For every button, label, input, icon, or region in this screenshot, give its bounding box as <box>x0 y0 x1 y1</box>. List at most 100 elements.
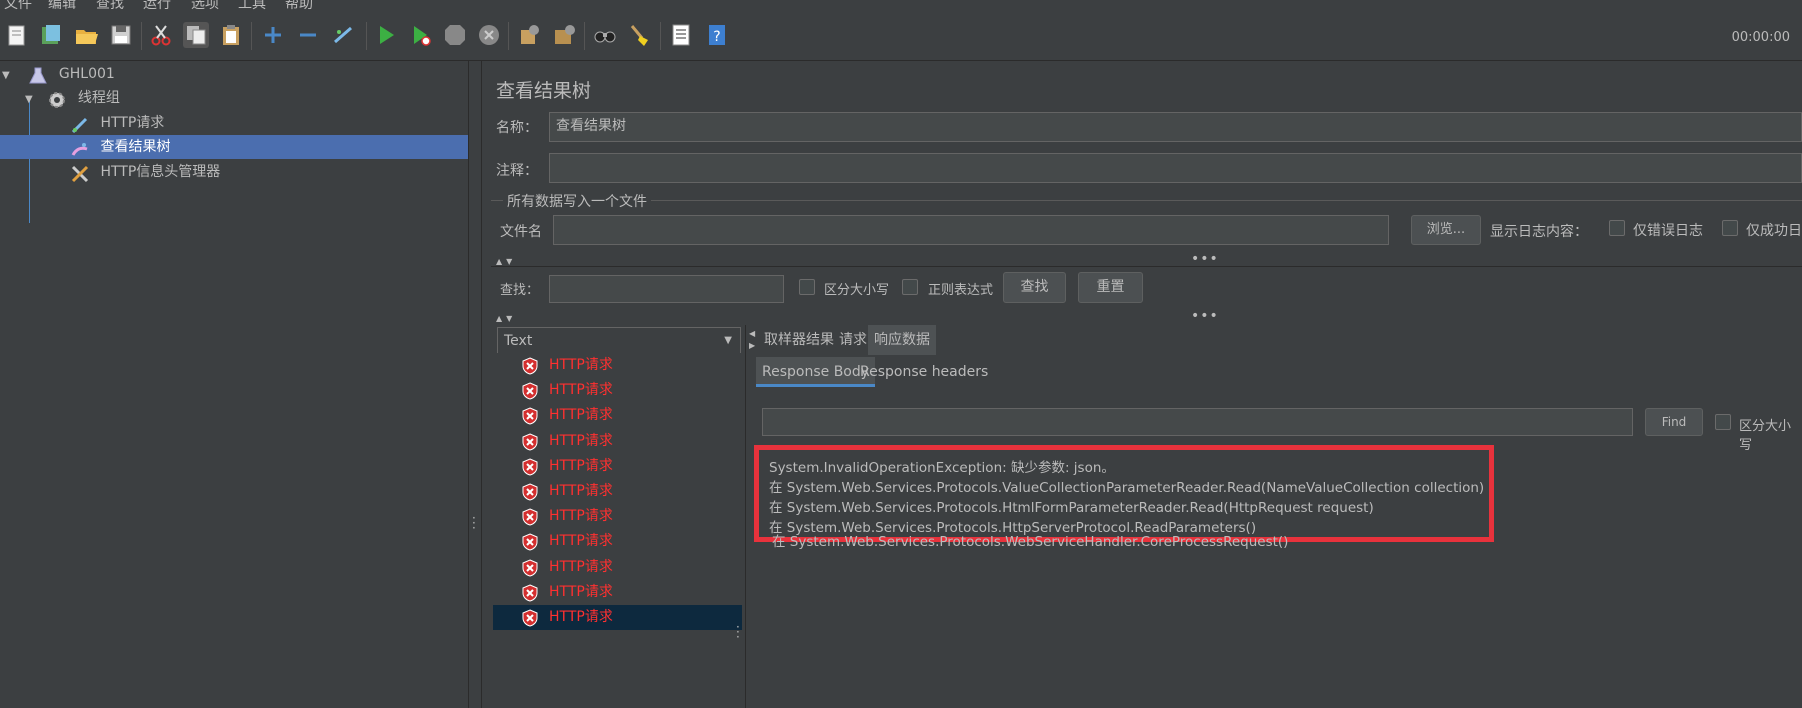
tree-item-header-manager[interactable]: HTTP信息头管理器 <box>0 160 468 184</box>
start-icon[interactable] <box>373 22 399 48</box>
filename-field[interactable] <box>553 215 1389 245</box>
result-label: HTTP请求 <box>549 357 613 373</box>
find-button[interactable]: 查找 <box>1003 272 1066 303</box>
error-shield-icon <box>521 458 539 476</box>
splitter-arrows-icon[interactable]: ▲▼ <box>496 257 516 266</box>
regex-label: 正则表达式 <box>928 283 994 298</box>
result-row[interactable]: HTTP请求 <box>493 454 742 479</box>
listener-icon <box>70 137 92 157</box>
menu-edit[interactable]: 编辑 <box>48 0 76 10</box>
clear-icon[interactable] <box>516 22 542 48</box>
name-label: 名称： <box>496 120 538 136</box>
tab-request[interactable]: 请求 <box>833 325 873 355</box>
vertical-splitter[interactable]: · · · <box>468 61 482 708</box>
chevron-down-icon[interactable]: ▼ <box>25 88 39 112</box>
toggle-icon[interactable] <box>330 22 356 48</box>
response-line-last: 在 System.Web.Services.Protocols.WebServi… <box>772 534 1289 550</box>
response-find-input[interactable] <box>762 408 1633 436</box>
save-icon[interactable] <box>108 22 134 48</box>
splitter-arrows-icon[interactable]: ▲▼ <box>496 314 516 323</box>
name-field[interactable]: 查看结果树 <box>549 112 1802 142</box>
stop-icon[interactable] <box>442 22 468 48</box>
result-row[interactable]: HTTP请求 <box>493 378 742 403</box>
search-icon[interactable] <box>592 22 618 48</box>
tab-response-headers[interactable]: Response headers <box>854 357 994 387</box>
panel-title: 查看结果树 <box>496 80 592 102</box>
paste-icon[interactable] <box>218 22 244 48</box>
result-label: HTTP请求 <box>549 558 613 575</box>
menu-tools[interactable]: 工具 <box>238 0 266 10</box>
result-row[interactable]: HTTP请求 <box>493 580 742 605</box>
result-row[interactable]: HTTP请求 <box>493 529 742 554</box>
chevron-down-icon[interactable]: ▼ <box>724 328 732 354</box>
result-row[interactable]: HTTP请求 <box>493 403 742 428</box>
errors-only-checkbox[interactable] <box>1609 220 1625 236</box>
result-label: HTTP请求 <box>549 508 613 525</box>
chevron-down-icon[interactable]: ▼ <box>2 64 16 88</box>
test-plan-tree: ▼ GHL001 ▼ 线程组 HTTP请求 查看结果树 HTTP信息头管理器 <box>0 61 468 708</box>
tree-item-http-request[interactable]: HTTP请求 <box>0 111 468 135</box>
tab-sampler-result[interactable]: 取样器结果 <box>758 325 840 355</box>
result-label: HTTP请求 <box>549 483 613 499</box>
error-shield-icon <box>521 382 539 400</box>
menu-file[interactable]: 文件 <box>4 0 32 10</box>
tree-item-test-plan[interactable]: ▼ GHL001 <box>0 62 468 86</box>
result-row[interactable]: HTTP请求 <box>493 353 742 378</box>
templates-icon[interactable] <box>38 22 64 48</box>
tab-scroll-arrows-icon[interactable]: ◀ ▶ <box>749 328 755 352</box>
response-case-checkbox[interactable] <box>1715 414 1731 430</box>
menu-options[interactable]: 选项 <box>191 0 219 10</box>
open-icon[interactable] <box>73 22 99 48</box>
function-helper-icon[interactable] <box>668 22 694 48</box>
splitter-handle-icon[interactable]: ••• <box>1191 308 1219 324</box>
regex-checkbox[interactable] <box>902 279 918 295</box>
comment-field[interactable] <box>549 153 1802 183</box>
copy-icon[interactable] <box>183 22 209 48</box>
clear-all-icon[interactable] <box>551 22 577 48</box>
tab-response-data[interactable]: 响应数据 <box>868 325 936 355</box>
expand-icon[interactable] <box>260 22 286 48</box>
tree-item-label: GHL001 <box>58 66 115 82</box>
result-label: HTTP请求 <box>549 583 613 600</box>
menu-bar: 文件 编辑 查找 运行 选项 工具 帮助 <box>0 0 1802 10</box>
result-row[interactable]: HTTP请求 <box>493 479 742 504</box>
result-row[interactable]: HTTP请求 <box>493 504 742 529</box>
start-no-timers-icon[interactable] <box>408 22 434 48</box>
result-detail-panel: ◀ ▶ 取样器结果 请求 响应数据 Response Body Response … <box>736 325 1802 708</box>
search-input[interactable] <box>549 275 784 303</box>
sampler-icon <box>70 113 92 134</box>
menu-help[interactable]: 帮助 <box>285 0 313 10</box>
case-sensitive-checkbox[interactable] <box>799 279 815 295</box>
tree-item-view-results-tree[interactable]: 查看结果树 <box>0 135 468 159</box>
success-only-checkbox[interactable] <box>1722 220 1738 236</box>
splitter-handle-icon[interactable]: · · · <box>736 621 740 643</box>
splitter-handle-icon[interactable]: · · · <box>472 512 476 534</box>
result-row[interactable]: HTTP请求 <box>493 555 742 580</box>
response-line: 在 System.Web.Services.Protocols.HtmlForm… <box>769 500 1374 516</box>
response-case-label: 区分大小写 <box>1739 419 1792 453</box>
browse-button[interactable]: 浏览... <box>1411 215 1481 245</box>
splitter-handle-icon[interactable]: ••• <box>1191 251 1219 267</box>
cut-icon[interactable] <box>148 22 174 48</box>
result-row[interactable]: HTTP请求 <box>493 605 742 630</box>
result-row[interactable]: HTTP请求 <box>493 429 742 454</box>
tree-item-label: 查看结果树 <box>100 139 171 155</box>
error-shield-icon <box>521 508 539 526</box>
results-list: HTTP请求 HTTP请求 HTTP请求 HTTP请求 HTTP请求 HTTP请求 HTTP… <box>493 353 742 708</box>
help-icon[interactable]: ? <box>704 22 730 48</box>
result-label: HTTP请求 <box>549 533 613 550</box>
reset-button[interactable]: 重置 <box>1078 272 1143 303</box>
response-line: System.InvalidOperationException: 缺少参数: … <box>769 460 1115 476</box>
error-shield-icon <box>521 584 539 602</box>
new-icon[interactable] <box>4 22 30 48</box>
reset-search-icon[interactable] <box>626 22 652 48</box>
menu-search[interactable]: 查找 <box>96 0 124 10</box>
shutdown-icon[interactable] <box>476 22 502 48</box>
menu-run[interactable]: 运行 <box>143 0 171 10</box>
tree-item-thread-group[interactable]: ▼ 线程组 <box>0 86 468 110</box>
renderer-select[interactable]: Text ▼ <box>497 327 741 355</box>
collapse-icon[interactable] <box>295 22 321 48</box>
response-find-button[interactable]: Find <box>1645 408 1703 436</box>
splitter-bottom[interactable]: ▲▼ ••• <box>496 308 1802 324</box>
error-shield-icon <box>521 433 539 451</box>
